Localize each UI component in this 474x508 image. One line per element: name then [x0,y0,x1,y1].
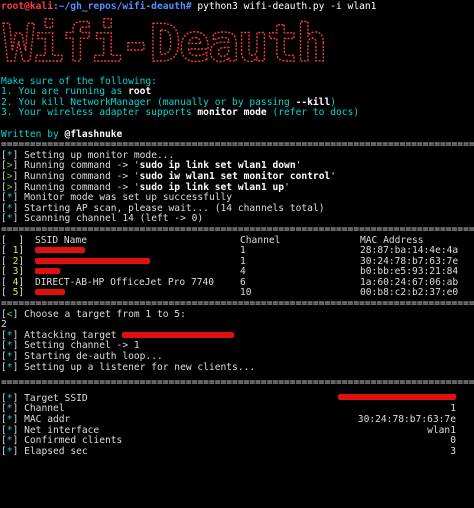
header-ssid: SSID Name [35,234,87,246]
header-channel: Channel [240,234,281,246]
redacted-target-ssid [338,393,456,400]
shell-prompt: root@kali:~/gh_repos/wifi-deauth# python… [1,1,474,13]
status-target-ssid: [*] Target SSID [1,393,474,405]
log-line: [*] Setting up a listener for new client… [1,361,256,373]
banner-art: Wifi-Deauth [2,15,328,71]
separator: ========================================… [1,378,474,389]
redacted-ssid [35,257,150,264]
status-elapsed-sec: [*] Elapsed sec 3 [1,445,456,457]
prompt-path: :~/gh_repos/wifi-deauth# [52,1,192,12]
redacted-ssid [35,247,85,254]
instruction-3: 3. Your wireless adapter supports monito… [1,107,360,119]
choose-prompt: [<] Choose a target from 1 to 5: [1,308,186,320]
banner-text: Wifi-Deauth [3,15,325,71]
redacted-ssid [35,268,60,275]
log-line: [*] Scanning channel 14 (left -> 0) [1,213,204,225]
prompt-user-host: root@kali [1,1,53,12]
prompt-command: python3 wifi-deauth.py -i wlan1 [191,1,377,12]
author-line: Written by @flashnuke [1,128,123,140]
terminal-window[interactable]: root@kali:~/gh_repos/wifi-deauth# python… [0,0,474,508]
redacted-target [122,331,235,338]
ascii-banner: Wifi-Deauth [1,15,474,71]
redacted-ssid [35,289,65,296]
table-row: [ 5] 10 00:b8:c2:b2:37:e0 [1,287,459,299]
separator: ========================================… [1,224,474,235]
